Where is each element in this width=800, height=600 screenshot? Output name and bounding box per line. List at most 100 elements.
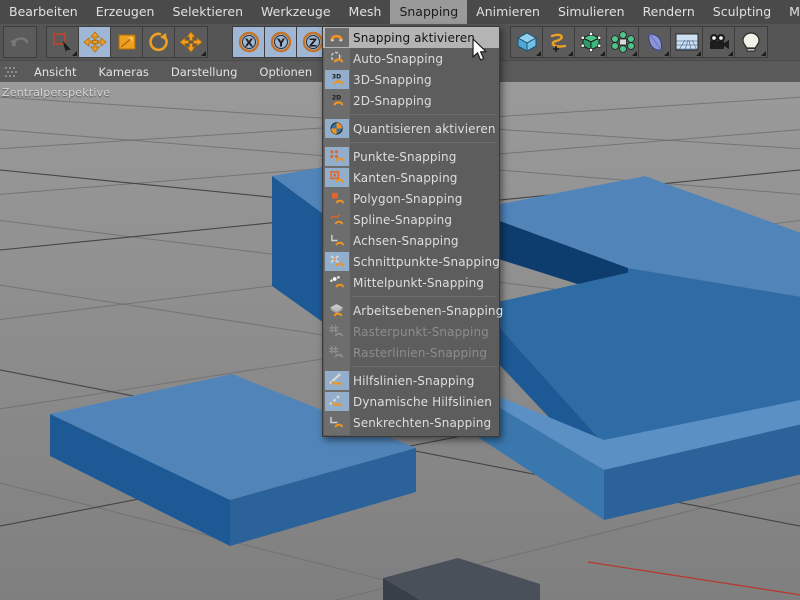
snap-2d-icon: 2D <box>325 91 349 110</box>
menu-item-hilfslinien-snapping[interactable]: Hilfslinien-Snapping <box>323 370 499 391</box>
menu-snapping[interactable]: Snapping <box>390 0 467 24</box>
svg-text:Z: Z <box>309 37 317 50</box>
menu-erzeugen[interactable]: Erzeugen <box>87 0 164 24</box>
menu-separator <box>351 142 496 143</box>
menu-item-kanten-snapping[interactable]: Kanten-Snapping <box>323 167 499 188</box>
environment-icon[interactable] <box>671 27 703 57</box>
axis-snap-icon <box>325 231 349 250</box>
svg-text:3D: 3D <box>331 74 340 81</box>
menu-item-mittelpunkt-snapping[interactable]: Mittelpunkt-Snapping <box>323 272 499 293</box>
option-corner-icon <box>201 51 206 56</box>
menu-item-senkrechten-snapping[interactable]: Senkrechten-Snapping <box>323 412 499 433</box>
undo-icon[interactable] <box>4 27 36 57</box>
menu-item-label: Snapping aktivieren <box>353 31 475 45</box>
dynamic-guide-icon <box>325 392 349 411</box>
menu-item-rasterlinien-snapping: Rasterlinien-Snapping <box>323 342 499 363</box>
menu-item-label: Auto-Snapping <box>353 52 443 66</box>
polygon-snap-icon <box>325 189 349 208</box>
menu-item-polygon-snapping[interactable]: Polygon-Snapping <box>323 188 499 209</box>
menu-item-label: Punkte-Snapping <box>353 150 456 164</box>
vp-menu-darstellung[interactable]: Darstellung <box>160 61 248 83</box>
vp-menu-kameras[interactable]: Kameras <box>87 61 159 83</box>
light-icon[interactable] <box>735 27 767 57</box>
point-snap-icon <box>325 147 349 166</box>
guide-snap-icon <box>325 371 349 390</box>
drag-grip-icon[interactable] <box>4 65 20 79</box>
menu-item-label: Kanten-Snapping <box>353 171 458 185</box>
menu-animieren[interactable]: Animieren <box>467 0 549 24</box>
deformer-icon[interactable] <box>639 27 671 57</box>
menu-item-schnittpunkte-snapping[interactable]: Schnittpunkte-Snapping <box>323 251 499 272</box>
menu-mograph[interactable]: MoGraph <box>780 0 800 24</box>
menu-rendern[interactable]: Rendern <box>634 0 704 24</box>
menu-item-label: Schnittpunkte-Snapping <box>353 255 500 269</box>
menu-simulieren[interactable]: Simulieren <box>549 0 634 24</box>
menu-item-arbeitsebenen-snapping[interactable]: Arbeitsebenen-Snapping <box>323 300 499 321</box>
move-icon[interactable] <box>79 27 111 57</box>
toolbar-group-axis-lock: X Y Z <box>232 26 330 58</box>
option-corner-icon <box>72 51 77 56</box>
intersection-snap-icon <box>325 252 349 271</box>
option-corner-icon <box>568 51 573 56</box>
quantize-icon <box>325 119 349 138</box>
menu-item-label: Arbeitsebenen-Snapping <box>353 304 503 318</box>
svg-text:2D: 2D <box>331 95 340 102</box>
edge-snap-icon <box>325 168 349 187</box>
toolbar-group-transform <box>46 26 208 58</box>
lock-y-icon[interactable]: Y <box>265 27 297 57</box>
scale-icon[interactable] <box>111 27 143 57</box>
spline-snap-icon <box>325 210 349 229</box>
menu-item-spline-snapping[interactable]: Spline-Snapping <box>323 209 499 230</box>
mouse-cursor <box>472 38 490 64</box>
menu-item-label: Hilfslinien-Snapping <box>353 374 474 388</box>
menu-item-rasterpunkt-snapping: Rasterpunkt-Snapping <box>323 321 499 342</box>
menu-item-dynamische-hilfslinien[interactable]: Dynamische Hilfslinien <box>323 391 499 412</box>
cube-primitive-icon[interactable] <box>511 27 543 57</box>
array-icon[interactable] <box>607 27 639 57</box>
perpendicular-snap-icon <box>325 413 349 432</box>
option-corner-icon <box>761 51 766 56</box>
lock-x-icon[interactable]: X <box>233 27 265 57</box>
menu-item-label: Polygon-Snapping <box>353 192 462 206</box>
menu-separator <box>351 366 496 367</box>
menu-item-achsen-snapping[interactable]: Achsen-Snapping <box>323 230 499 251</box>
menu-selektieren[interactable]: Selektieren <box>163 0 252 24</box>
axis-move-icon[interactable] <box>175 27 207 57</box>
menu-item-label: Achsen-Snapping <box>353 234 459 248</box>
viewport-label: Zentralperspektive <box>2 86 110 99</box>
snap-3d-icon: 3D <box>325 70 349 89</box>
menu-werkzeuge[interactable]: Werkzeuge <box>252 0 340 24</box>
menu-sculpting[interactable]: Sculpting <box>704 0 780 24</box>
vp-menu-optionen[interactable]: Optionen <box>248 61 323 83</box>
main-menu-bar: Bearbeiten Erzeugen Selektieren Werkzeug… <box>0 0 800 24</box>
menu-item-label: Rasterpunkt-Snapping <box>353 325 489 339</box>
menu-separator <box>351 296 496 297</box>
spline-icon[interactable] <box>543 27 575 57</box>
option-corner-icon <box>600 51 605 56</box>
cinema4d-window: Zentralperspektive <box>0 0 800 600</box>
workplane-snap-icon <box>325 301 349 320</box>
svg-text:X: X <box>244 37 253 50</box>
menu-bearbeiten[interactable]: Bearbeiten <box>0 0 87 24</box>
menu-item-label: 2D-Snapping <box>353 94 432 108</box>
vp-menu-ansicht[interactable]: Ansicht <box>23 61 87 83</box>
grid-point-snap-icon <box>325 322 349 341</box>
menu-item-2d-snapping[interactable]: 2D 2D-Snapping <box>323 90 499 111</box>
nurbs-icon[interactable] <box>575 27 607 57</box>
toolbar-group-undo <box>3 26 37 58</box>
camera-icon[interactable] <box>703 27 735 57</box>
live-selection-icon[interactable] <box>47 27 79 57</box>
menu-item-3d-snapping[interactable]: 3D3D-Snapping <box>323 69 499 90</box>
rotate-icon[interactable] <box>143 27 175 57</box>
menu-mesh[interactable]: Mesh <box>340 0 391 24</box>
dropdown-items: Snapping aktivieren Auto-Snapping 3D3D-Sna… <box>323 27 499 433</box>
menu-separator <box>351 114 496 115</box>
option-corner-icon <box>696 51 701 56</box>
menu-item-label: Mittelpunkt-Snapping <box>353 276 484 290</box>
option-corner-icon <box>664 51 669 56</box>
auto-snap-icon <box>325 49 349 68</box>
menu-item-quantisieren-aktivieren[interactable]: Quantisieren aktivieren <box>323 118 499 139</box>
menu-item-label: Dynamische Hilfslinien <box>353 395 492 409</box>
menu-item-punkte-snapping[interactable]: Punkte-Snapping <box>323 146 499 167</box>
menu-item-label: Rasterlinien-Snapping <box>353 346 487 360</box>
